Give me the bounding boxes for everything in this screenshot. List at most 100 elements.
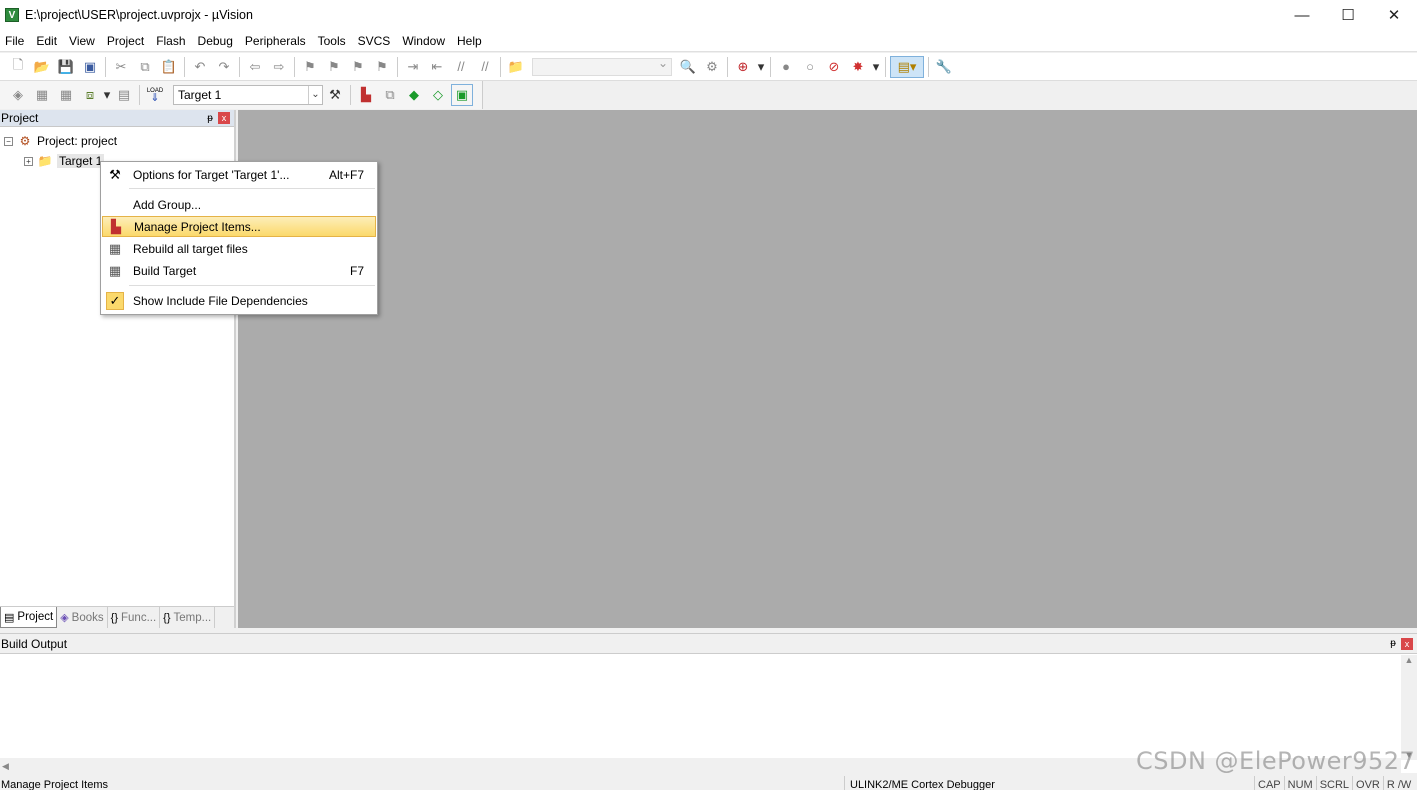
menu-file[interactable]: File bbox=[0, 30, 30, 52]
menu-peripherals[interactable]: Peripherals bbox=[239, 30, 312, 52]
pin-icon[interactable]: ᵽ bbox=[202, 113, 218, 124]
menu-item-build-target[interactable]: ▦ Build Target F7 bbox=[102, 260, 376, 281]
paste-icon[interactable]: 📋 bbox=[158, 56, 180, 78]
new-file-icon[interactable]: 🗋 bbox=[7, 56, 29, 78]
scroll-left-icon[interactable]: ◀ bbox=[2, 761, 9, 771]
manage-project-items-icon[interactable]: ▙ bbox=[355, 84, 377, 106]
menu-item-rebuild-all[interactable]: ▦ Rebuild all target files bbox=[102, 238, 376, 259]
debug-session-icon[interactable]: ⊕ bbox=[732, 56, 754, 78]
run-time-environment-icon[interactable]: ▣ bbox=[451, 84, 473, 106]
tab-templates[interactable]: {} Temp... bbox=[160, 607, 216, 628]
close-window-button[interactable]: ✕ bbox=[1371, 0, 1417, 30]
find-icon[interactable]: 🔍 bbox=[677, 56, 699, 78]
kill-breakpoints-icon[interactable]: ✸ bbox=[847, 56, 869, 78]
status-ovr: OVR bbox=[1352, 776, 1383, 790]
menu-edit[interactable]: Edit bbox=[30, 30, 63, 52]
options-for-target-icon[interactable]: ⚒ bbox=[324, 84, 346, 106]
debug-dropdown-icon[interactable]: ▾ bbox=[756, 56, 766, 78]
previous-bookmark-icon[interactable]: ⚑ bbox=[323, 56, 345, 78]
menu-bar: File Edit View Project Flash Debug Perip… bbox=[0, 30, 1417, 52]
navigate-back-icon[interactable]: ⇦ bbox=[244, 56, 266, 78]
status-rw: R /W bbox=[1382, 776, 1414, 790]
tab-project-label: Project bbox=[17, 611, 54, 623]
project-panel-tabs: ▤ Project ◈ Books {} Func... {} Temp... bbox=[0, 606, 234, 628]
configure-wrench-icon[interactable]: 🔧 bbox=[933, 56, 955, 78]
select-packs-icon[interactable]: ◆ bbox=[403, 84, 425, 106]
menu-view[interactable]: View bbox=[63, 30, 101, 52]
menu-svcs[interactable]: SVCS bbox=[352, 30, 397, 52]
tab-functions-label: Func... bbox=[121, 611, 157, 624]
watermark: CSDN @ElePower9527 bbox=[1136, 747, 1416, 775]
chevron-down-icon[interactable]: ⌄ bbox=[308, 86, 322, 104]
menu-flash[interactable]: Flash bbox=[150, 30, 191, 52]
expand-icon[interactable]: + bbox=[24, 156, 33, 166]
uncomment-icon[interactable]: // bbox=[474, 56, 496, 78]
stop-build-icon[interactable]: ▤ bbox=[113, 84, 135, 106]
menu-tools[interactable]: Tools bbox=[312, 30, 352, 52]
scroll-up-icon[interactable]: ▲ bbox=[1401, 655, 1417, 665]
menu-item-manage-project-items[interactable]: ▙ Manage Project Items... bbox=[102, 216, 376, 237]
uvision-app-icon: V bbox=[5, 8, 19, 22]
menu-item-label: Build Target bbox=[133, 263, 197, 278]
unindent-icon[interactable]: ⇤ bbox=[426, 56, 448, 78]
insert-breakpoint-icon[interactable]: ● bbox=[775, 56, 797, 78]
translate-icon[interactable]: ◈ bbox=[7, 84, 29, 106]
maximize-button[interactable]: ☐ bbox=[1325, 0, 1371, 30]
tab-books[interactable]: ◈ Books bbox=[57, 607, 108, 628]
breakpoints-dropdown-icon[interactable]: ▾ bbox=[871, 56, 881, 78]
find-combo[interactable] bbox=[532, 56, 672, 76]
menu-item-show-include-dependencies[interactable]: ✓ Show Include File Dependencies bbox=[102, 290, 376, 311]
redo-icon[interactable]: ↷ bbox=[213, 56, 235, 78]
batch-build-dropdown-icon[interactable]: ▾ bbox=[103, 84, 111, 106]
save-icon[interactable]: 💾 bbox=[55, 56, 77, 78]
menu-item-label: Manage Project Items... bbox=[134, 219, 261, 234]
menu-item-add-group[interactable]: Add Group... bbox=[102, 194, 376, 215]
close-panel-icon[interactable]: x bbox=[218, 112, 230, 124]
menu-window[interactable]: Window bbox=[396, 30, 451, 52]
minimize-button[interactable]: — bbox=[1279, 0, 1325, 30]
target-select[interactable]: Target 1 ⌄ bbox=[173, 85, 323, 105]
menu-project[interactable]: Project bbox=[101, 30, 150, 52]
tree-target-1[interactable]: + 📁 Target 1 bbox=[24, 151, 105, 171]
save-all-icon[interactable]: ▣ bbox=[79, 56, 101, 78]
collapse-icon[interactable]: − bbox=[4, 136, 13, 146]
next-bookmark-icon[interactable]: ⚑ bbox=[347, 56, 369, 78]
menu-debug[interactable]: Debug bbox=[192, 30, 239, 52]
undo-icon[interactable]: ↶ bbox=[189, 56, 211, 78]
copy-icon[interactable]: ⧉ bbox=[134, 56, 156, 78]
title-bar: V E:\project\USER\project.uvprojx - µVis… bbox=[0, 0, 1417, 30]
toolbar-separator bbox=[770, 56, 771, 77]
window-layout-icon[interactable]: ▤▾ bbox=[890, 55, 924, 78]
incremental-find-icon[interactable]: ⚙ bbox=[701, 56, 723, 78]
editor-area[interactable] bbox=[238, 110, 1417, 628]
comment-icon[interactable]: // bbox=[450, 56, 472, 78]
close-panel-icon[interactable]: x bbox=[1401, 637, 1413, 650]
menu-help[interactable]: Help bbox=[451, 30, 488, 52]
manage-multi-project-icon[interactable]: ⧉ bbox=[379, 84, 401, 106]
open-file-icon[interactable]: 📂 bbox=[31, 56, 53, 78]
toolbar-separator bbox=[294, 56, 295, 77]
build-icon[interactable]: ▦ bbox=[31, 84, 53, 106]
navigate-forward-icon[interactable]: ⇨ bbox=[268, 56, 290, 78]
toolbar-separator bbox=[139, 85, 140, 105]
batch-build-icon[interactable]: ⧈ bbox=[79, 84, 101, 106]
indent-icon[interactable]: ⇥ bbox=[402, 56, 424, 78]
find-in-files-icon[interactable]: 📁 bbox=[505, 56, 527, 78]
vertical-scrollbar[interactable]: ▲ ▼ bbox=[1401, 655, 1417, 760]
tree-root-label: Project: project bbox=[37, 134, 118, 148]
tree-root-project[interactable]: − ⚙ Project: project bbox=[4, 131, 117, 151]
rebuild-icon[interactable]: ▦ bbox=[55, 84, 77, 106]
pin-icon[interactable]: ᵽ bbox=[1385, 638, 1401, 649]
clear-bookmarks-icon[interactable]: ⚑ bbox=[371, 56, 393, 78]
cut-icon[interactable]: ✂ bbox=[110, 56, 132, 78]
insert-bookmark-icon[interactable]: ⚑ bbox=[299, 56, 321, 78]
tab-functions[interactable]: {} Func... bbox=[108, 607, 161, 628]
books-tab-icon: ◈ bbox=[60, 612, 69, 624]
pack-installer-icon[interactable]: ◇ bbox=[427, 84, 449, 106]
tab-project[interactable]: ▤ Project bbox=[0, 607, 58, 628]
disable-breakpoints-icon[interactable]: ⊘ bbox=[823, 56, 845, 78]
download-load-icon[interactable]: LOAD ⇓ bbox=[144, 84, 166, 106]
tree-target-label: Target 1 bbox=[57, 154, 105, 168]
enable-breakpoint-icon[interactable]: ○ bbox=[799, 56, 821, 78]
menu-item-options-for-target[interactable]: ⚒ Options for Target 'Target 1'... Alt+F… bbox=[102, 164, 376, 185]
